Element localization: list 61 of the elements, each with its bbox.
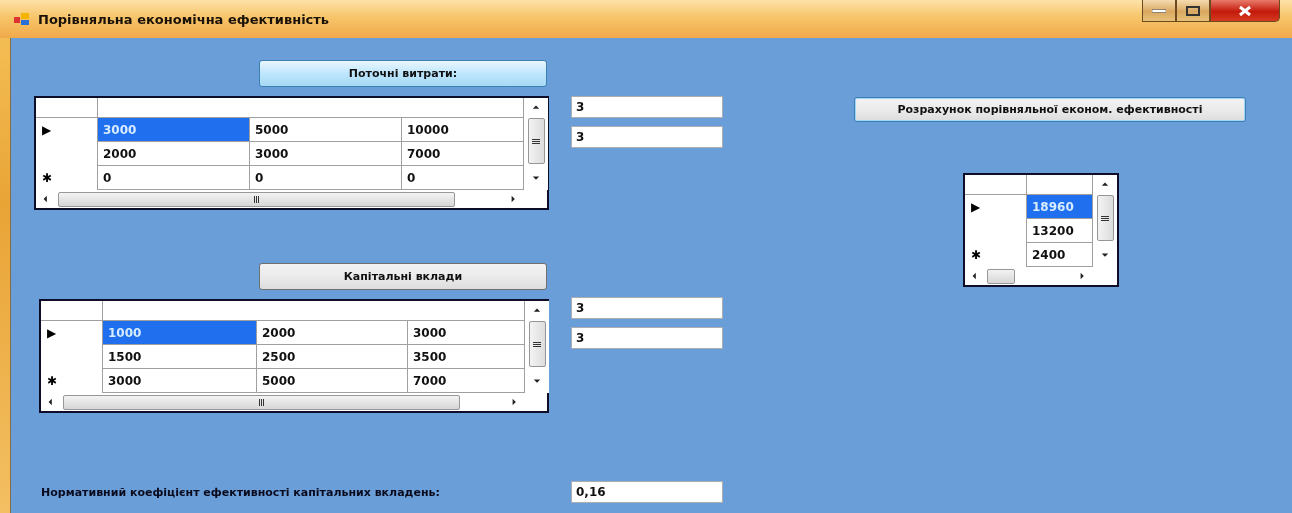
current-costs-button[interactable]: Поточні витрати:	[259, 60, 547, 87]
input-field[interactable]: 3	[571, 297, 723, 319]
row-indicator: ▶	[47, 326, 57, 340]
scroll-left-icon[interactable]	[42, 195, 50, 203]
scroll-thumb[interactable]	[58, 191, 455, 207]
window-title: Порівняльна економічна ефективність	[38, 11, 331, 27]
close-button[interactable]	[1210, 0, 1280, 22]
app-icon	[14, 12, 30, 26]
table-cell[interactable]: 1500	[103, 345, 257, 369]
minimize-button[interactable]	[1142, 0, 1176, 22]
table-cell[interactable]: 2000	[257, 321, 408, 345]
row-indicator: ▶	[42, 123, 52, 137]
scroll-thumb[interactable]	[987, 268, 1015, 284]
scroll-thumb[interactable]	[527, 118, 545, 164]
grip-icon	[1101, 214, 1109, 222]
scroll-thumb[interactable]	[528, 321, 546, 367]
minimize-icon	[1152, 8, 1166, 13]
scroll-thumb[interactable]	[63, 394, 460, 410]
table-cell[interactable]: 13200	[1027, 219, 1093, 243]
scroll-up-icon[interactable]	[533, 307, 541, 315]
scroll-thumb[interactable]	[1096, 195, 1114, 241]
table-cell[interactable]: 0	[98, 166, 250, 190]
table-cell[interactable]: 18960	[1027, 195, 1093, 219]
table-cell[interactable]: 3000	[408, 321, 525, 345]
row-indicator: ✱	[42, 171, 53, 185]
table-cell[interactable]: 3000	[103, 369, 257, 393]
grip-icon	[257, 398, 266, 406]
scroll-up-icon[interactable]	[1101, 181, 1109, 189]
table-cell[interactable]: 3000	[250, 142, 402, 166]
calculate-button[interactable]: Розрахунок порівняльної економ. ефективності	[854, 97, 1246, 122]
table-cell[interactable]: 2400	[1027, 243, 1093, 267]
table-cell[interactable]: 3000	[98, 118, 250, 142]
grip-icon	[532, 137, 540, 145]
table-cell[interactable]: 0	[250, 166, 402, 190]
maximize-icon	[1186, 5, 1200, 16]
row-indicator: ✱	[47, 374, 58, 388]
grip-icon	[533, 340, 541, 348]
table-cell[interactable]: 2000	[98, 142, 250, 166]
table-cell[interactable]: 10000	[402, 118, 524, 142]
row-indicator: ✱	[971, 248, 982, 262]
table-cell[interactable]: 5000	[257, 369, 408, 393]
maximize-button[interactable]	[1176, 0, 1210, 22]
table-cell[interactable]: 0	[402, 166, 524, 190]
table-cell[interactable]: 7000	[402, 142, 524, 166]
input-field[interactable]: 3	[571, 126, 723, 148]
table-cell[interactable]: 2500	[257, 345, 408, 369]
input-field[interactable]: 0,16	[571, 481, 723, 503]
coefficient-label: Нормативний коефіцієнт ефективності капітальних вкладень:	[41, 485, 441, 499]
input-field[interactable]: 3	[571, 327, 723, 349]
scroll-left-icon[interactable]	[971, 272, 979, 280]
capital-investments-button[interactable]: Капітальні вклади	[259, 263, 547, 290]
row-indicator: ▶	[971, 200, 981, 214]
close-icon	[1238, 4, 1252, 17]
table-cell[interactable]: 7000	[408, 369, 525, 393]
table-cell[interactable]: 5000	[250, 118, 402, 142]
table-cell[interactable]: 1000	[103, 321, 257, 345]
table-cell[interactable]: 3500	[408, 345, 525, 369]
input-field[interactable]: 3	[571, 96, 723, 118]
scroll-up-icon[interactable]	[532, 104, 540, 112]
grip-icon	[252, 195, 261, 203]
scroll-left-icon[interactable]	[47, 398, 55, 406]
